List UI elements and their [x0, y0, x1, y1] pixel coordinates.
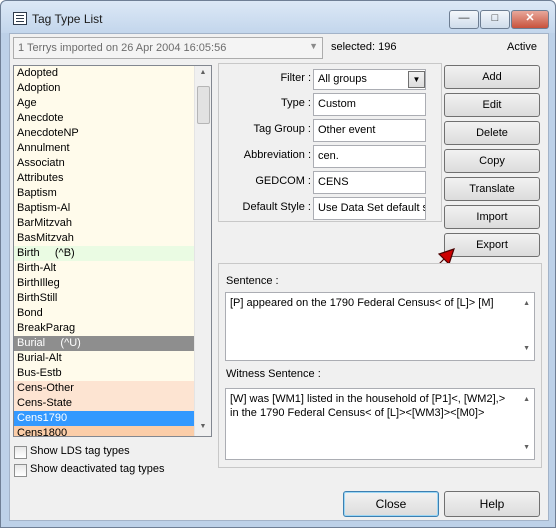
abbreviation-label: Abbreviation :: [243, 149, 311, 161]
tag-type-list-item[interactable]: Birth (^B): [14, 246, 194, 261]
tag-type-list-item[interactable]: Cens-Other: [14, 381, 194, 396]
witness-sentence-label: Witness Sentence :: [226, 368, 321, 380]
tag-type-list-item[interactable]: BasMitzvah: [14, 231, 194, 246]
tag-type-list-item[interactable]: Bond: [14, 306, 194, 321]
tag-type-list-item[interactable]: Burial (^U): [14, 336, 194, 351]
tag-group-field[interactable]: Other event: [313, 119, 426, 142]
show-lds-checkbox[interactable]: [14, 446, 27, 459]
translate-button[interactable]: Translate: [444, 177, 540, 201]
edit-button[interactable]: Edit: [444, 93, 540, 117]
show-deactivated-checkbox[interactable]: [14, 464, 27, 477]
default-style-field[interactable]: Use Data Set default s: [313, 197, 426, 220]
close-window-button[interactable]: ✕: [511, 10, 549, 29]
tag-type-list-item[interactable]: Cens-State: [14, 396, 194, 411]
scroll-thumb[interactable]: [197, 86, 210, 124]
scroll-up-icon[interactable]: ▲: [523, 393, 530, 407]
tag-type-list-item[interactable]: Age: [14, 96, 194, 111]
dataset-value: 1 Terrys imported on 26 Apr 2004 16:05:5…: [18, 42, 227, 54]
filter-label: Filter :: [280, 72, 311, 84]
show-deactivated-label: Show deactivated tag types: [30, 463, 165, 475]
witness-sentence-textarea[interactable]: [W] was [WM1] listed in the household of…: [225, 388, 535, 460]
tag-type-list-item[interactable]: Baptism-Al: [14, 201, 194, 216]
type-field[interactable]: Custom: [313, 93, 426, 116]
chevron-down-icon[interactable]: ▼: [408, 71, 425, 88]
tag-type-list-item[interactable]: Birth-Alt: [14, 261, 194, 276]
tag-type-list-item[interactable]: BarMitzvah: [14, 216, 194, 231]
tag-type-list-item[interactable]: Adoption: [14, 81, 194, 96]
chevron-down-icon: ▼: [309, 41, 318, 51]
window-title: Tag Type List: [32, 12, 103, 26]
scroll-up-icon[interactable]: ▲: [195, 69, 211, 76]
filter-value: All groups: [318, 73, 367, 85]
close-button[interactable]: Close: [343, 491, 439, 517]
show-lds-label: Show LDS tag types: [30, 445, 130, 457]
tag-type-list-item[interactable]: Baptism: [14, 186, 194, 201]
title-bar: Tag Type List — □ ✕: [1, 1, 555, 33]
delete-button[interactable]: Delete: [444, 121, 540, 145]
list-scrollbar[interactable]: ▲ ▼: [194, 66, 211, 436]
list-window-icon: [13, 12, 27, 25]
tag-type-list-item[interactable]: BirthStill: [14, 291, 194, 306]
sentence-text: [P] appeared on the 1790 Federal Census<…: [230, 297, 494, 309]
tag-type-list-item[interactable]: Adopted: [14, 66, 194, 81]
status-label: Active: [507, 41, 537, 53]
selected-count: selected: 196: [331, 41, 397, 53]
sentence-panel: Sentence : [P] appeared on the 1790 Fede…: [218, 263, 542, 468]
tag-type-list-item[interactable]: Bus-Estb: [14, 366, 194, 381]
tag-group-label: Tag Group :: [253, 123, 311, 135]
tag-type-list-window: Tag Type List — □ ✕ 1 Terrys imported on…: [0, 0, 556, 528]
tag-type-items: Adopted Adoption Age Anecdote AnecdoteNP Annu…: [14, 66, 194, 436]
dialog-client: 1 Terrys imported on 26 Apr 2004 16:05:5…: [9, 33, 549, 521]
gedcom-field[interactable]: CENS: [313, 171, 426, 194]
tag-properties-panel: Filter : All groups ▼ Type : Custom Tag …: [218, 63, 442, 222]
sentence-textarea[interactable]: [P] appeared on the 1790 Federal Census<…: [225, 292, 535, 361]
sentence-label: Sentence :: [226, 275, 279, 287]
tag-type-list-item[interactable]: Attributes: [14, 171, 194, 186]
add-button[interactable]: Add: [444, 65, 540, 89]
tag-type-list-item[interactable]: BreakParag: [14, 321, 194, 336]
scroll-up-icon[interactable]: ▲: [523, 297, 530, 311]
tag-type-list-item[interactable]: Cens1800: [14, 426, 194, 436]
tag-type-list-item[interactable]: BirthIlleg: [14, 276, 194, 291]
scroll-down-icon[interactable]: ▼: [523, 441, 530, 455]
abbreviation-field[interactable]: cen.: [313, 145, 426, 168]
help-button[interactable]: Help: [444, 491, 540, 517]
tag-type-list-item[interactable]: Anecdote: [14, 111, 194, 126]
tag-type-list-item[interactable]: AnecdoteNP: [14, 126, 194, 141]
export-button[interactable]: Export: [444, 233, 540, 257]
copy-button[interactable]: Copy: [444, 149, 540, 173]
minimize-button[interactable]: —: [449, 10, 479, 29]
tag-type-list-item[interactable]: Cens1790: [14, 411, 194, 426]
type-label: Type :: [281, 97, 311, 109]
default-style-label: Default Style :: [242, 201, 311, 213]
tag-type-list-item[interactable]: Annulment: [14, 141, 194, 156]
import-button[interactable]: Import: [444, 205, 540, 229]
scroll-down-icon[interactable]: ▼: [195, 423, 211, 430]
witness-sentence-text: [W] was [WM1] listed in the household of…: [230, 393, 506, 419]
scroll-down-icon[interactable]: ▼: [523, 342, 530, 356]
tag-type-list-item[interactable]: Associatn: [14, 156, 194, 171]
maximize-button[interactable]: □: [480, 10, 510, 29]
tag-type-list-item[interactable]: Burial-Alt: [14, 351, 194, 366]
dataset-select[interactable]: 1 Terrys imported on 26 Apr 2004 16:05:5…: [13, 37, 323, 59]
tag-type-list[interactable]: Adopted Adoption Age Anecdote AnecdoteNP Annu…: [13, 65, 212, 437]
gedcom-label: GEDCOM :: [255, 175, 311, 187]
